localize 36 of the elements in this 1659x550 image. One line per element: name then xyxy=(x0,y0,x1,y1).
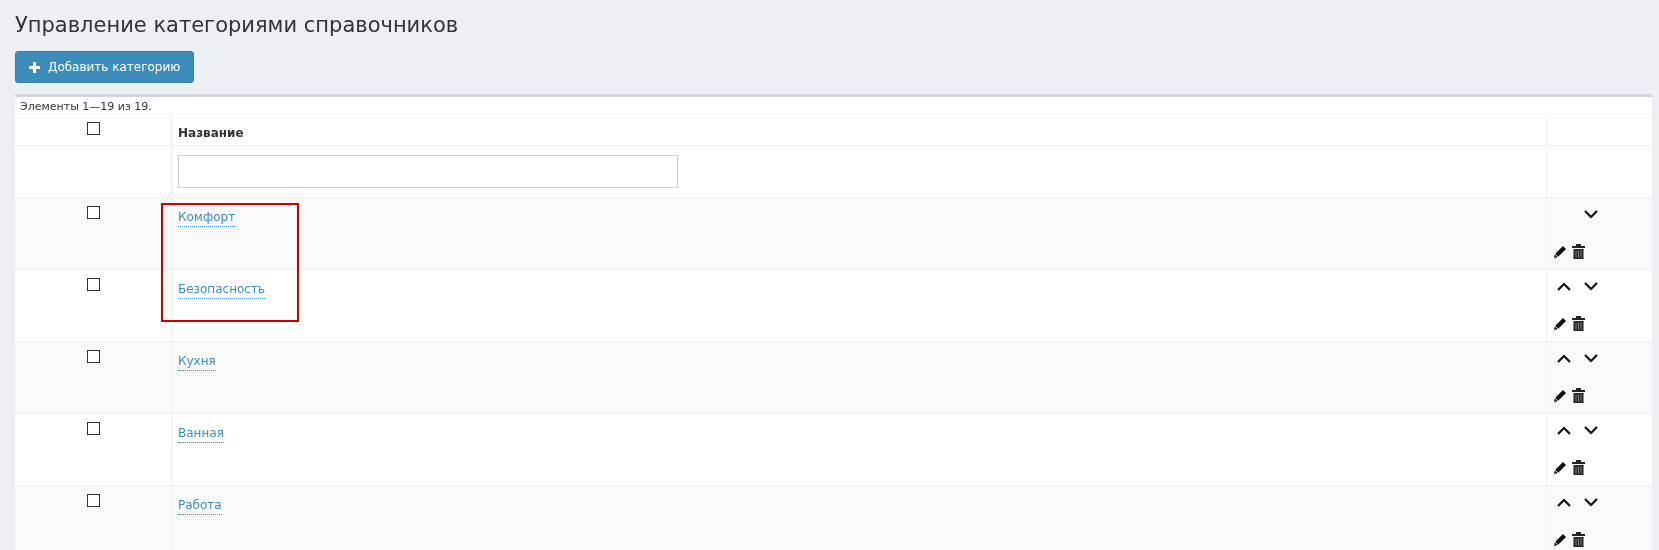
trash-icon[interactable] xyxy=(1572,460,1585,475)
down-chevron-icon[interactable] xyxy=(1584,426,1598,435)
up-chevron-icon[interactable] xyxy=(1557,498,1571,507)
down-chevron-icon[interactable] xyxy=(1584,282,1598,291)
plus-icon xyxy=(29,61,40,73)
column-header: Название xyxy=(178,125,244,142)
trash-icon[interactable] xyxy=(1572,244,1585,259)
up-chevron-icon[interactable] xyxy=(1557,282,1571,291)
pencil-icon[interactable] xyxy=(1553,533,1567,547)
pencil-icon[interactable] xyxy=(1553,461,1567,475)
category-link[interactable]: Кухня xyxy=(178,354,216,371)
checkbox[interactable] xyxy=(86,206,100,219)
checkbox[interactable] xyxy=(86,122,100,135)
add-category-button[interactable]: Добавить категорию xyxy=(15,51,195,83)
checkbox[interactable] xyxy=(86,278,100,291)
down-chevron-icon[interactable] xyxy=(1584,210,1598,219)
page-title: Управление категориями справочников xyxy=(15,12,460,38)
category-link[interactable]: Комфорт xyxy=(178,210,236,227)
checkbox[interactable] xyxy=(86,350,100,363)
pencil-icon[interactable] xyxy=(1553,389,1567,403)
trash-icon[interactable] xyxy=(1572,388,1585,403)
down-chevron-icon[interactable] xyxy=(1584,354,1598,363)
category-link[interactable]: Ванная xyxy=(178,426,224,443)
category-link[interactable]: Безопасность xyxy=(178,282,265,299)
pencil-icon[interactable] xyxy=(1553,245,1567,259)
pencil-icon[interactable] xyxy=(1553,317,1567,331)
filter-field[interactable] xyxy=(178,155,678,188)
trash-icon[interactable] xyxy=(1572,316,1585,331)
summary-text: Элементы 1—19 из 19. xyxy=(15,97,1652,114)
down-chevron-icon[interactable] xyxy=(1584,498,1598,507)
up-chevron-icon[interactable] xyxy=(1557,426,1571,435)
up-chevron-icon[interactable] xyxy=(1557,354,1571,363)
checkbox[interactable] xyxy=(86,422,100,435)
checkbox[interactable] xyxy=(86,494,100,507)
category-link[interactable]: Работа xyxy=(178,498,222,515)
trash-icon[interactable] xyxy=(1572,532,1585,547)
